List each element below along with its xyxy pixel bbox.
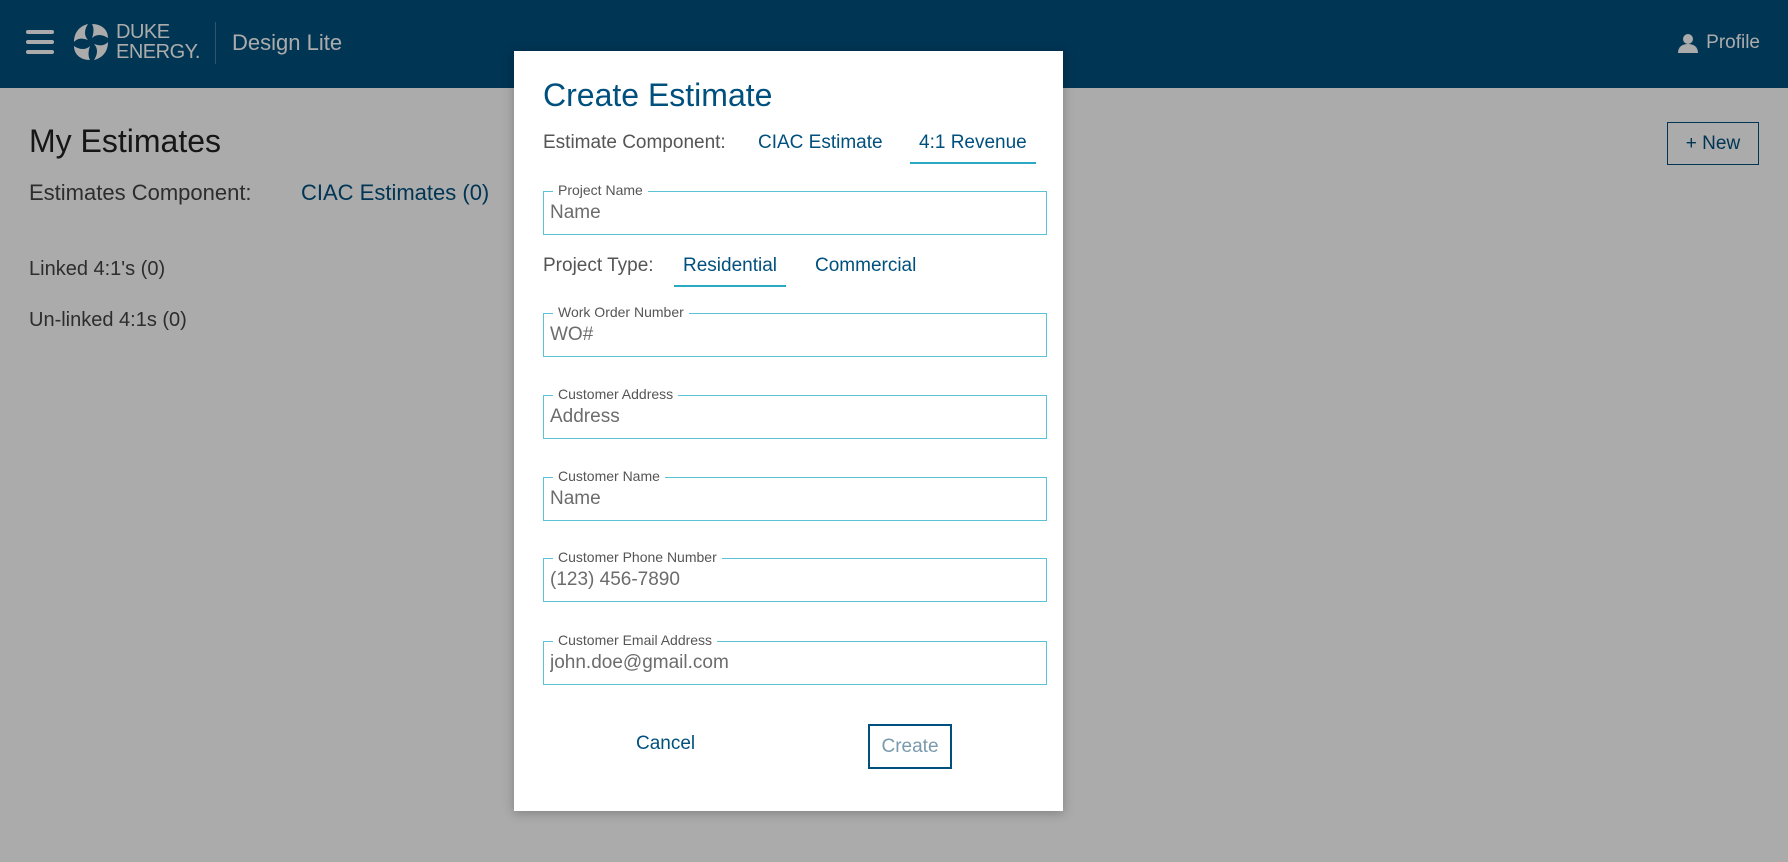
- work-order-field: Work Order Number: [543, 304, 1047, 357]
- project-name-input[interactable]: [550, 202, 1030, 224]
- work-order-input[interactable]: [550, 324, 1030, 346]
- customer-phone-input[interactable]: [550, 569, 1030, 591]
- customer-email-field: Customer Email Address: [543, 632, 1047, 685]
- customer-address-input[interactable]: [550, 406, 1030, 428]
- estimate-component-label: Estimate Component:: [543, 132, 726, 153]
- project-type-label: Project Type:: [543, 255, 654, 276]
- project-name-label: Project Name: [553, 182, 648, 198]
- tab-commercial[interactable]: Commercial: [815, 255, 916, 285]
- create-estimate-dialog: Create Estimate Estimate Component: CIAC…: [514, 51, 1063, 811]
- customer-address-label: Customer Address: [553, 386, 679, 402]
- customer-phone-field: Customer Phone Number: [543, 549, 1047, 602]
- customer-address-field: Customer Address: [543, 386, 1047, 439]
- create-button[interactable]: Create: [868, 724, 952, 769]
- cancel-button[interactable]: Cancel: [636, 733, 695, 755]
- project-name-field: Project Name: [543, 182, 1047, 235]
- customer-phone-label: Customer Phone Number: [553, 549, 722, 565]
- customer-email-input[interactable]: [550, 652, 1030, 674]
- customer-email-label: Customer Email Address: [553, 632, 718, 648]
- tab-ciac-estimate[interactable]: CIAC Estimate: [758, 132, 883, 162]
- customer-name-input[interactable]: [550, 488, 1030, 510]
- customer-name-field: Customer Name: [543, 468, 1047, 521]
- customer-name-label: Customer Name: [553, 468, 665, 484]
- tab-residential[interactable]: Residential: [674, 255, 786, 287]
- dialog-title: Create Estimate: [543, 77, 773, 113]
- tab-41-revenue[interactable]: 4:1 Revenue: [910, 132, 1036, 164]
- work-order-label: Work Order Number: [553, 304, 689, 320]
